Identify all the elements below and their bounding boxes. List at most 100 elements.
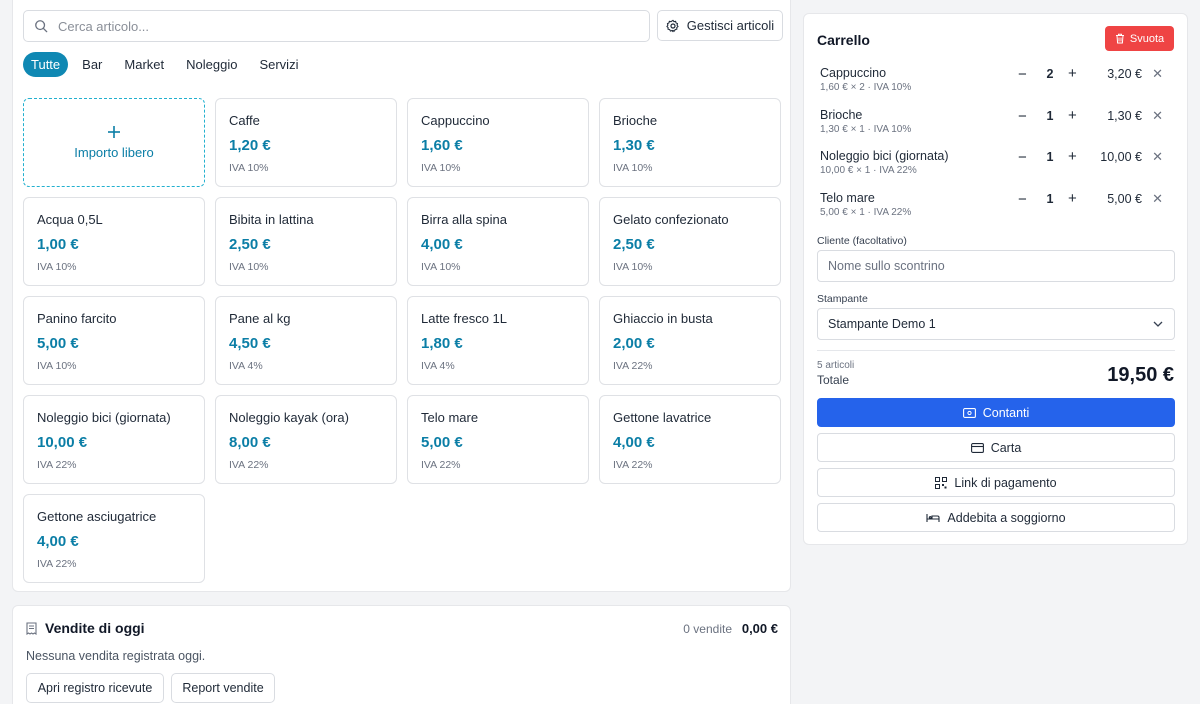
sales-empty-message: Nessuna vendita registrata oggi. bbox=[26, 649, 206, 663]
close-icon[interactable]: ✕ bbox=[1152, 108, 1163, 124]
product-card[interactable]: Panino farcito 5,00 € IVA 10% bbox=[23, 296, 205, 385]
product-card[interactable]: Cappuccino 1,60 € IVA 10% bbox=[407, 98, 589, 187]
pay-cash-label: Contanti bbox=[982, 405, 1030, 420]
tab-bar[interactable]: Bar bbox=[74, 52, 110, 77]
free-amount-card[interactable]: Importo libero bbox=[23, 98, 205, 187]
customer-field[interactable] bbox=[828, 259, 1148, 273]
product-card[interactable]: Telo mare 5,00 € IVA 22% bbox=[407, 395, 589, 484]
product-name: Cappuccino bbox=[421, 113, 490, 128]
product-card[interactable]: Gettone asciugatrice 4,00 € IVA 22% bbox=[23, 494, 205, 583]
tab-market[interactable]: Market bbox=[116, 52, 172, 77]
cart-item-qty: 1 bbox=[1046, 191, 1054, 206]
product-vat: IVA 10% bbox=[37, 261, 77, 273]
cart-item-qty: 1 bbox=[1046, 108, 1054, 123]
pay-card-button[interactable]: Carta bbox=[817, 433, 1175, 462]
sales-report-button[interactable]: Report vendite bbox=[171, 673, 275, 703]
cart-item-name: Noleggio bici (giornata) bbox=[820, 149, 949, 163]
category-tabs: Tutte Bar Market Noleggio Servizi bbox=[23, 52, 312, 77]
product-name: Ghiaccio in busta bbox=[613, 311, 713, 326]
product-price: 1,20 € bbox=[229, 137, 271, 154]
product-price: 5,00 € bbox=[421, 434, 463, 451]
product-card[interactable]: Latte fresco 1L 1,80 € IVA 4% bbox=[407, 296, 589, 385]
product-name: Brioche bbox=[613, 113, 658, 128]
cart-item-total: 10,00 € bbox=[1100, 150, 1142, 164]
product-price: 1,00 € bbox=[37, 236, 79, 253]
product-price: 1,30 € bbox=[613, 137, 655, 154]
product-grid: Importo libero Caffe 1,20 € IVA 10% Cappuc… bbox=[23, 98, 781, 583]
plus-icon[interactable]: + bbox=[1068, 148, 1077, 165]
plus-icon[interactable]: + bbox=[1068, 107, 1077, 124]
charge-room-label: Addebita a soggiorno bbox=[947, 510, 1066, 525]
cart-item-total: 3,20 € bbox=[1107, 67, 1142, 81]
close-icon[interactable]: ✕ bbox=[1152, 191, 1163, 207]
printer-select[interactable]: Stampante Demo 1 bbox=[817, 308, 1175, 340]
sales-total: 0,00 € bbox=[741, 621, 778, 636]
product-card[interactable]: Birra alla spina 4,00 € IVA 10% bbox=[407, 197, 589, 286]
tab-tutte[interactable]: Tutte bbox=[23, 52, 69, 77]
product-name: Caffe bbox=[229, 113, 260, 128]
product-card[interactable]: Noleggio bici (giornata) 10,00 € IVA 22% bbox=[23, 395, 205, 484]
tab-noleggio[interactable]: Noleggio bbox=[178, 52, 245, 77]
sales-count: 0 vendite bbox=[683, 622, 732, 636]
sales-title-text: Vendite di oggi bbox=[45, 620, 145, 636]
product-name: Latte fresco 1L bbox=[421, 311, 507, 326]
minus-icon[interactable]: − bbox=[1018, 191, 1027, 208]
pay-cash-button[interactable]: Contanti bbox=[817, 398, 1175, 427]
close-icon[interactable]: ✕ bbox=[1152, 66, 1163, 82]
cart-item-detail: 1,60 € × 2 · IVA 10% bbox=[820, 82, 912, 93]
minus-icon[interactable]: − bbox=[1018, 66, 1027, 83]
minus-icon[interactable]: − bbox=[1018, 149, 1027, 166]
card-icon bbox=[970, 442, 984, 453]
product-card[interactable]: Noleggio kayak (ora) 8,00 € IVA 22% bbox=[215, 395, 397, 484]
product-vat: IVA 22% bbox=[37, 459, 77, 471]
minus-icon[interactable]: − bbox=[1018, 108, 1027, 125]
pay-link-button[interactable]: Link di pagamento bbox=[817, 468, 1175, 497]
close-icon[interactable]: ✕ bbox=[1152, 149, 1163, 165]
cart-item: Noleggio bici (giornata) 10,00 € × 1 · I… bbox=[817, 148, 1176, 191]
printer-value: Stampante Demo 1 bbox=[828, 317, 936, 331]
manage-items-button[interactable]: Gestisci articoli bbox=[657, 10, 783, 41]
cart-item-qty: 2 bbox=[1046, 67, 1054, 81]
product-name: Noleggio kayak (ora) bbox=[229, 410, 349, 425]
product-name: Telo mare bbox=[421, 410, 479, 425]
open-register-button[interactable]: Apri registro ricevute bbox=[26, 673, 164, 703]
product-vat: IVA 10% bbox=[37, 360, 77, 372]
product-vat: IVA 10% bbox=[613, 162, 653, 174]
tab-servizi[interactable]: Servizi bbox=[251, 52, 306, 77]
product-price: 1,60 € bbox=[421, 137, 463, 154]
plus-icon[interactable]: + bbox=[1068, 65, 1077, 82]
product-vat: IVA 10% bbox=[229, 162, 269, 174]
search-input-wrapper[interactable] bbox=[23, 10, 650, 42]
product-card[interactable]: Gelato confezionato 2,50 € IVA 10% bbox=[599, 197, 781, 286]
clear-cart-button[interactable]: Svuota bbox=[1105, 26, 1174, 51]
cart-item-name: Cappuccino bbox=[820, 66, 887, 80]
pay-link-label: Link di pagamento bbox=[954, 475, 1057, 490]
product-card[interactable]: Ghiaccio in busta 2,00 € IVA 22% bbox=[599, 296, 781, 385]
product-card[interactable]: Caffe 1,20 € IVA 10% bbox=[215, 98, 397, 187]
charge-room-button[interactable]: Addebita a soggiorno bbox=[817, 503, 1175, 532]
product-card[interactable]: Brioche 1,30 € IVA 10% bbox=[599, 98, 781, 187]
product-price: 4,00 € bbox=[421, 236, 463, 253]
cart-title: Carrello bbox=[817, 32, 870, 48]
cart-panel: Carrello Svuota Cappuccino 1,60 € × 2 · … bbox=[803, 13, 1188, 545]
product-price: 8,00 € bbox=[229, 434, 271, 451]
printer-label: Stampante bbox=[817, 293, 868, 305]
product-card[interactable]: Acqua 0,5L 1,00 € IVA 10% bbox=[23, 197, 205, 286]
plus-icon bbox=[107, 125, 121, 139]
product-price: 5,00 € bbox=[37, 335, 79, 352]
product-card[interactable]: Gettone lavatrice 4,00 € IVA 22% bbox=[599, 395, 781, 484]
search-input[interactable] bbox=[58, 18, 618, 34]
product-name: Acqua 0,5L bbox=[37, 212, 103, 227]
customer-label: Cliente (facoltativo) bbox=[817, 235, 907, 247]
plus-icon[interactable]: + bbox=[1068, 190, 1077, 207]
product-price: 10,00 € bbox=[37, 434, 88, 451]
product-card[interactable]: Pane al kg 4,50 € IVA 4% bbox=[215, 296, 397, 385]
cart-items-count: 5 articoli bbox=[817, 360, 855, 371]
cart-item-detail: 10,00 € × 1 · IVA 22% bbox=[820, 165, 917, 176]
customer-field-wrapper[interactable] bbox=[817, 250, 1175, 282]
product-card[interactable]: Bibita in lattina 2,50 € IVA 10% bbox=[215, 197, 397, 286]
search-icon bbox=[34, 19, 48, 33]
cart-item-name: Telo mare bbox=[820, 190, 875, 205]
clear-cart-label: Svuota bbox=[1129, 32, 1165, 45]
pay-card-label: Carta bbox=[990, 440, 1022, 455]
